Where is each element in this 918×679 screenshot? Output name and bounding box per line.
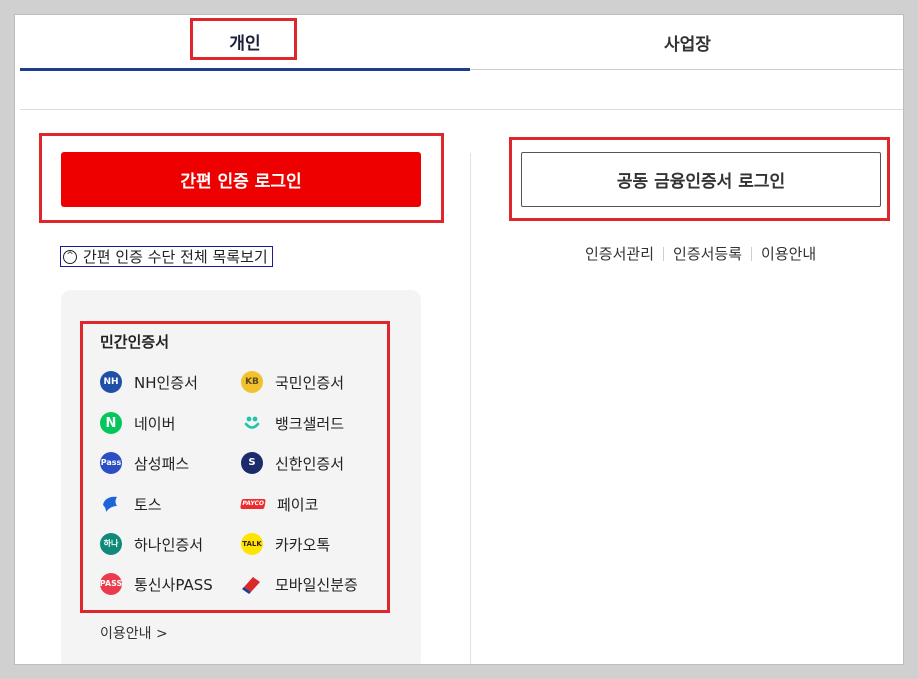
provider-shinhan[interactable]: S 신한인증서 bbox=[241, 451, 344, 475]
provider-label: 삼성패스 bbox=[134, 454, 190, 473]
samsung-pass-icon: Pass bbox=[100, 452, 122, 474]
tab-personal[interactable]: 개인 bbox=[20, 15, 470, 71]
provider-label: 카카오톡 bbox=[275, 535, 331, 554]
cert-links: 인증서관리 인증서등록 이용안내 bbox=[585, 243, 816, 264]
kb-icon: KB bbox=[241, 371, 263, 393]
cert-register-link[interactable]: 인증서등록 bbox=[673, 243, 742, 264]
login-tabs: 개인 사업장 bbox=[20, 15, 903, 71]
provider-mobile-id[interactable]: 모바일신분증 bbox=[241, 572, 358, 596]
shinhan-icon: S bbox=[241, 452, 263, 474]
provider-toss[interactable]: 토스 bbox=[100, 492, 162, 516]
usage-guide-link[interactable]: 이용안내 > bbox=[100, 623, 168, 643]
provider-hana[interactable]: 하나 하나인증서 bbox=[100, 532, 203, 556]
provider-naver[interactable]: N 네이버 bbox=[100, 411, 175, 435]
expand-auth-list-label: 간편 인증 수단 전체 목록보기 bbox=[83, 248, 268, 266]
provider-label: 국민인증서 bbox=[275, 373, 345, 392]
provider-label: 뱅크샐러드 bbox=[275, 414, 345, 433]
link-separator bbox=[663, 246, 665, 261]
provider-label: 신한인증서 bbox=[275, 454, 345, 473]
simple-auth-login-button[interactable]: 간편 인증 로그인 bbox=[61, 152, 421, 207]
provider-label: 통신사PASS bbox=[134, 575, 213, 594]
provider-label: 토스 bbox=[134, 495, 162, 514]
private-cert-title: 민간인증서 bbox=[100, 333, 170, 351]
nh-icon: NH bbox=[100, 371, 122, 393]
provider-label: 네이버 bbox=[134, 414, 176, 433]
tab-business[interactable]: 사업장 bbox=[470, 15, 903, 70]
provider-banksalad[interactable]: 뱅크샐러드 bbox=[241, 411, 344, 435]
link-separator bbox=[751, 246, 753, 261]
provider-kakaotalk[interactable]: TALK 카카오톡 bbox=[241, 532, 330, 556]
banksalad-icon bbox=[241, 412, 263, 434]
toss-icon bbox=[100, 493, 122, 515]
provider-label: 하나인증서 bbox=[134, 535, 204, 554]
payco-icon: PAYCO bbox=[240, 499, 266, 509]
provider-nh[interactable]: NH NH인증서 bbox=[100, 370, 198, 394]
chevron-up-icon: ^ bbox=[63, 249, 77, 264]
divider-line bbox=[20, 109, 903, 110]
provider-kb[interactable]: KB 국민인증서 bbox=[241, 370, 344, 394]
login-window: 개인 사업장 간편 인증 로그인 ^ 간편 인증 수단 전체 목록보기 공동 금… bbox=[14, 14, 904, 665]
provider-label: NH인증서 bbox=[134, 373, 198, 392]
hana-icon: 하나 bbox=[100, 533, 122, 555]
naver-icon: N bbox=[100, 412, 122, 434]
provider-pass[interactable]: PASS 통신사PASS bbox=[100, 572, 213, 596]
provider-samsung-pass[interactable]: Pass 삼성패스 bbox=[100, 451, 189, 475]
kakaotalk-icon: TALK bbox=[241, 533, 263, 555]
cert-manage-link[interactable]: 인증서관리 bbox=[585, 243, 654, 264]
column-divider bbox=[470, 153, 471, 664]
cert-guide-link[interactable]: 이용안내 bbox=[761, 243, 816, 264]
provider-label: 페이코 bbox=[277, 495, 319, 514]
pass-icon: PASS bbox=[100, 573, 122, 595]
mobile-id-icon bbox=[241, 573, 263, 595]
provider-payco[interactable]: PAYCO 페이코 bbox=[240, 492, 319, 516]
expand-auth-list-link[interactable]: ^ 간편 인증 수단 전체 목록보기 bbox=[60, 246, 273, 267]
provider-label: 모바일신분증 bbox=[275, 575, 358, 594]
joint-cert-login-button[interactable]: 공동 금융인증서 로그인 bbox=[521, 152, 881, 207]
